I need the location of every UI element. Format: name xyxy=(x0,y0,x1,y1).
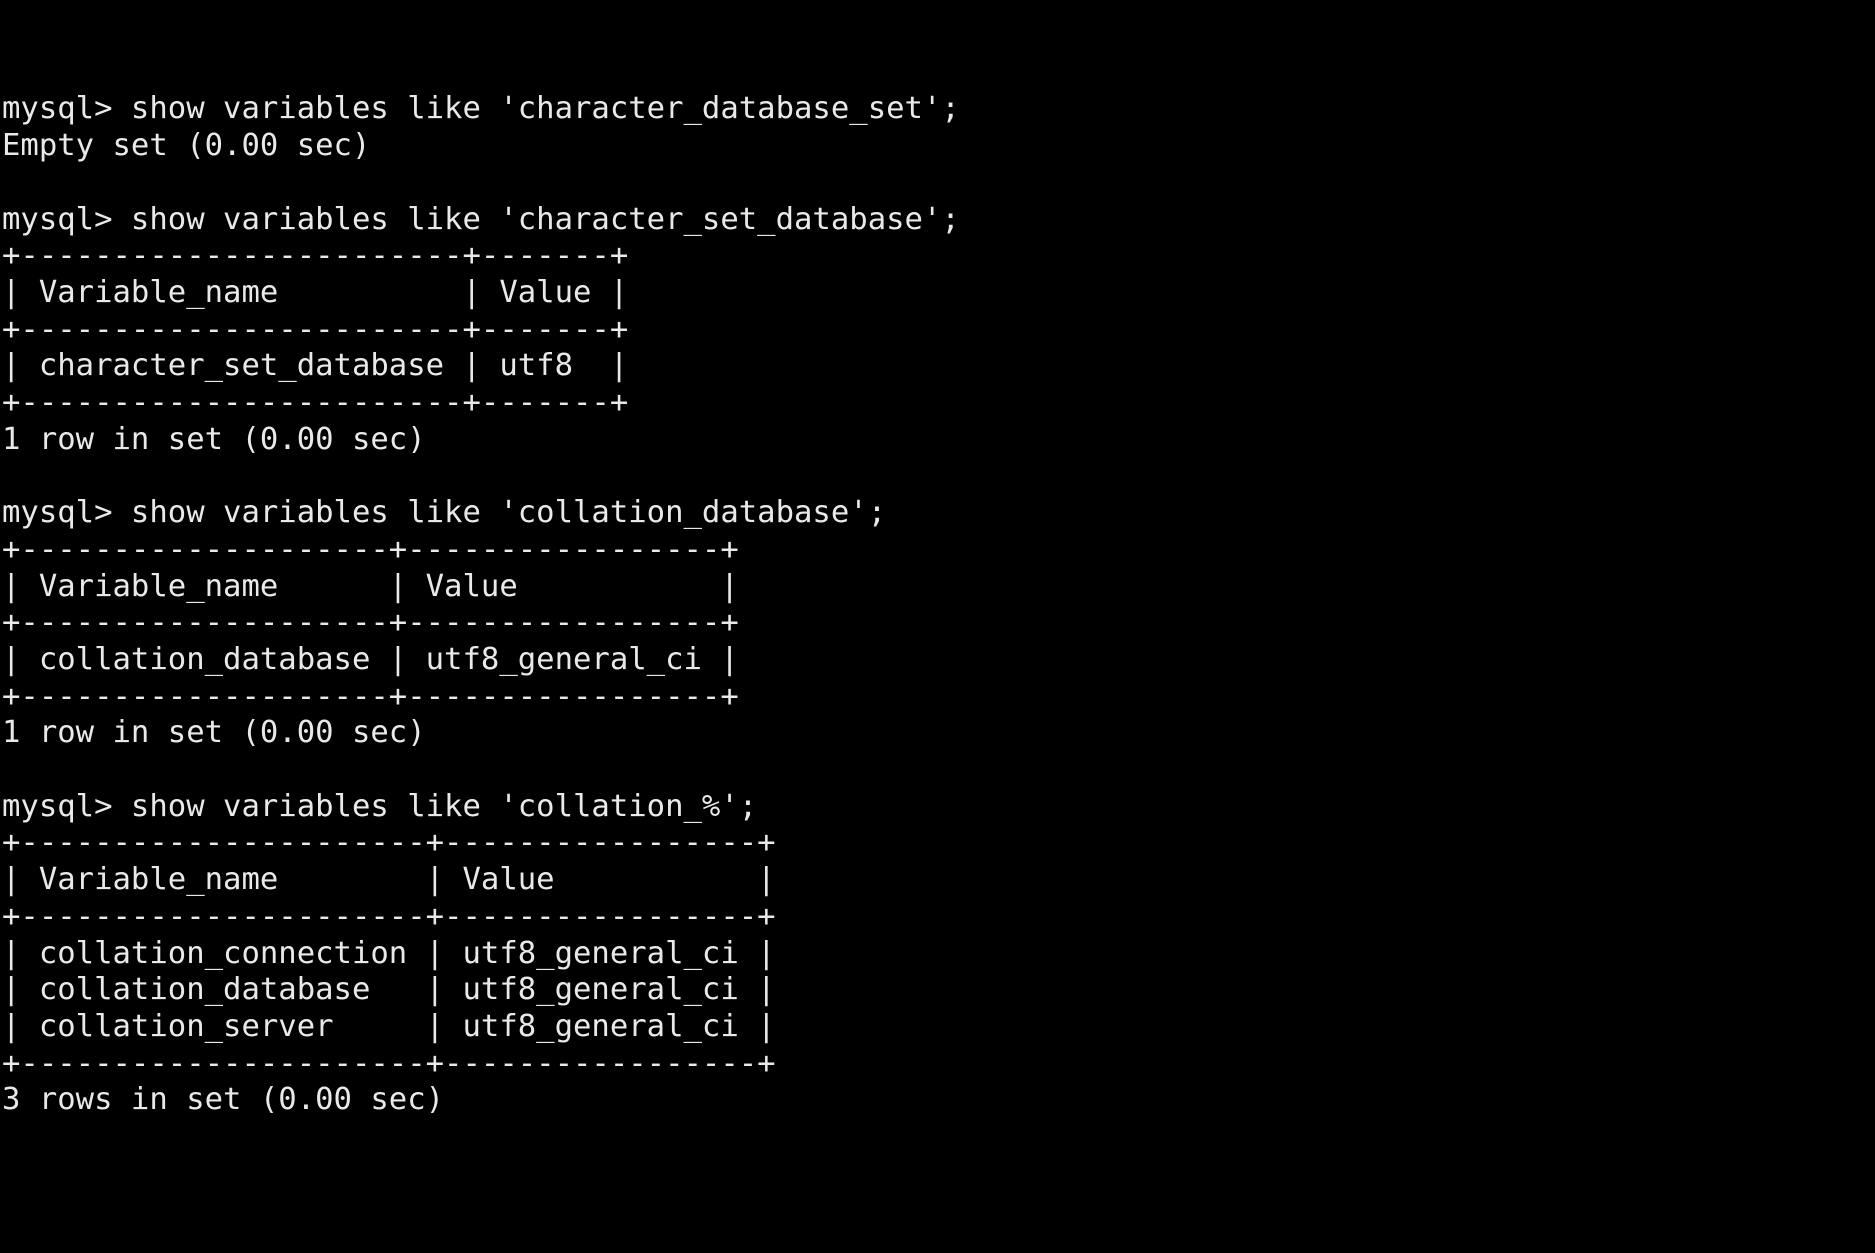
terminal-window[interactable]: mysql> show variables like 'character_da… xyxy=(0,0,1875,1253)
terminal-output-text: mysql> show variables like 'character_da… xyxy=(2,91,960,1118)
